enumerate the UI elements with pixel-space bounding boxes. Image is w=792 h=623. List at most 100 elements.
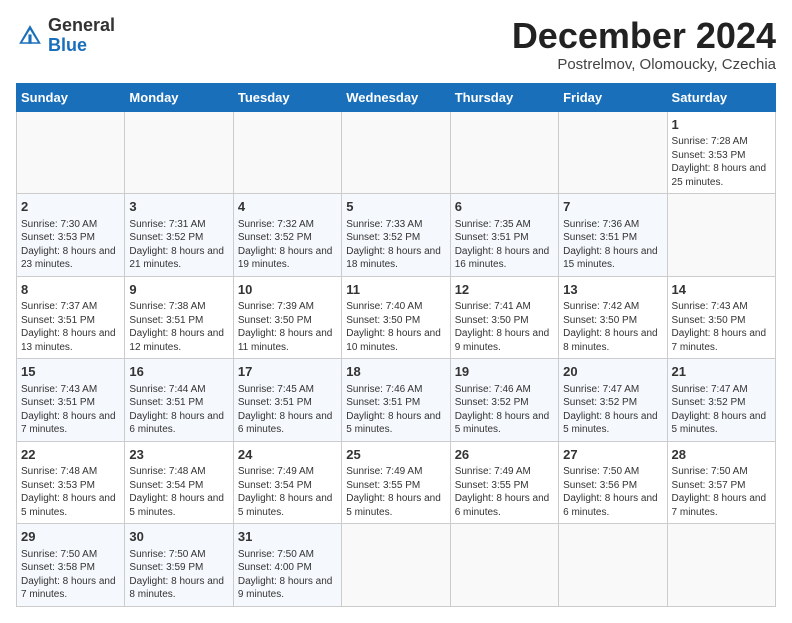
weekday-header-row: SundayMondayTuesdayWednesdayThursdayFrid… xyxy=(17,83,776,111)
day-info: Sunrise: 7:50 AMSunset: 4:00 PMDaylight:… xyxy=(238,548,337,602)
calendar-cell xyxy=(342,111,450,194)
calendar-cell: 16Sunrise: 7:44 AMSunset: 3:51 PMDayligh… xyxy=(125,359,233,442)
day-info: Sunrise: 7:36 AMSunset: 3:51 PMDaylight:… xyxy=(563,218,662,272)
day-info: Sunrise: 7:49 AMSunset: 3:54 PMDaylight:… xyxy=(238,465,337,519)
day-number: 14 xyxy=(672,281,771,299)
calendar-cell: 14Sunrise: 7:43 AMSunset: 3:50 PMDayligh… xyxy=(667,276,775,359)
week-row-5: 29 Sunrise: 7:50 AMSunset: 3:58 PMDayligh… xyxy=(17,524,776,607)
calendar-cell: 10Sunrise: 7:39 AMSunset: 3:50 PMDayligh… xyxy=(233,276,341,359)
day-info: Sunrise: 7:50 AMSunset: 3:56 PMDaylight:… xyxy=(563,465,662,519)
weekday-saturday: Saturday xyxy=(667,83,775,111)
calendar-cell: 27Sunrise: 7:50 AMSunset: 3:56 PMDayligh… xyxy=(559,441,667,524)
day-number: 1 xyxy=(672,116,771,134)
day-info: Sunrise: 7:43 AMSunset: 3:50 PMDaylight:… xyxy=(672,300,771,354)
day-number: 7 xyxy=(563,198,662,216)
calendar-cell: 28Sunrise: 7:50 AMSunset: 3:57 PMDayligh… xyxy=(667,441,775,524)
day-number: 19 xyxy=(455,363,554,381)
day-info: Sunrise: 7:32 AMSunset: 3:52 PMDaylight:… xyxy=(238,218,337,272)
day-info: Sunrise: 7:39 AMSunset: 3:50 PMDaylight:… xyxy=(238,300,337,354)
calendar-cell: 31 Sunrise: 7:50 AMSunset: 4:00 PMDayligh… xyxy=(233,524,341,607)
calendar-cell: 1Sunrise: 7:28 AMSunset: 3:53 PMDaylight… xyxy=(667,111,775,194)
day-number: 31 xyxy=(238,528,337,546)
day-number: 3 xyxy=(129,198,228,216)
day-info: Sunrise: 7:46 AMSunset: 3:52 PMDaylight:… xyxy=(455,383,554,437)
day-info: Sunrise: 7:50 AMSunset: 3:58 PMDaylight:… xyxy=(21,548,120,602)
day-info: Sunrise: 7:30 AMSunset: 3:53 PMDaylight:… xyxy=(21,218,120,272)
day-number: 23 xyxy=(129,446,228,464)
calendar-cell: 4Sunrise: 7:32 AMSunset: 3:52 PMDaylight… xyxy=(233,194,341,277)
calendar-cell xyxy=(125,111,233,194)
day-number: 13 xyxy=(563,281,662,299)
weekday-tuesday: Tuesday xyxy=(233,83,341,111)
day-info: Sunrise: 7:33 AMSunset: 3:52 PMDaylight:… xyxy=(346,218,445,272)
calendar-cell: 25Sunrise: 7:49 AMSunset: 3:55 PMDayligh… xyxy=(342,441,450,524)
week-row-0: 1Sunrise: 7:28 AMSunset: 3:53 PMDaylight… xyxy=(17,111,776,194)
day-info: Sunrise: 7:28 AMSunset: 3:53 PMDaylight:… xyxy=(672,135,771,189)
calendar-cell: 21Sunrise: 7:47 AMSunset: 3:52 PMDayligh… xyxy=(667,359,775,442)
weekday-friday: Friday xyxy=(559,83,667,111)
week-row-2: 8Sunrise: 7:37 AMSunset: 3:51 PMDaylight… xyxy=(17,276,776,359)
day-number: 12 xyxy=(455,281,554,299)
day-info: Sunrise: 7:38 AMSunset: 3:51 PMDaylight:… xyxy=(129,300,228,354)
day-number: 22 xyxy=(21,446,120,464)
calendar-body: 1Sunrise: 7:28 AMSunset: 3:53 PMDaylight… xyxy=(17,111,776,606)
calendar-cell xyxy=(559,524,667,607)
day-info: Sunrise: 7:37 AMSunset: 3:51 PMDaylight:… xyxy=(21,300,120,354)
calendar-cell: 9Sunrise: 7:38 AMSunset: 3:51 PMDaylight… xyxy=(125,276,233,359)
day-number: 10 xyxy=(238,281,337,299)
logo-icon xyxy=(16,22,44,50)
day-number: 8 xyxy=(21,281,120,299)
calendar-cell: 20Sunrise: 7:47 AMSunset: 3:52 PMDayligh… xyxy=(559,359,667,442)
day-number: 9 xyxy=(129,281,228,299)
calendar-cell: 3 Sunrise: 7:31 AMSunset: 3:52 PMDaylight… xyxy=(125,194,233,277)
day-number: 5 xyxy=(346,198,445,216)
day-number: 26 xyxy=(455,446,554,464)
calendar-cell: 11Sunrise: 7:40 AMSunset: 3:50 PMDayligh… xyxy=(342,276,450,359)
day-number: 28 xyxy=(672,446,771,464)
page-header: General Blue December 2024 Postrelmov, O… xyxy=(16,16,776,73)
calendar-cell: 13Sunrise: 7:42 AMSunset: 3:50 PMDayligh… xyxy=(559,276,667,359)
calendar-cell: 12Sunrise: 7:41 AMSunset: 3:50 PMDayligh… xyxy=(450,276,558,359)
calendar-cell: 18Sunrise: 7:46 AMSunset: 3:51 PMDayligh… xyxy=(342,359,450,442)
day-number: 15 xyxy=(21,363,120,381)
day-number: 20 xyxy=(563,363,662,381)
calendar-cell: 8Sunrise: 7:37 AMSunset: 3:51 PMDaylight… xyxy=(17,276,125,359)
day-info: Sunrise: 7:43 AMSunset: 3:51 PMDaylight:… xyxy=(21,383,120,437)
day-info: Sunrise: 7:35 AMSunset: 3:51 PMDaylight:… xyxy=(455,218,554,272)
calendar-cell xyxy=(667,194,775,277)
calendar-cell xyxy=(450,524,558,607)
day-number: 6 xyxy=(455,198,554,216)
weekday-wednesday: Wednesday xyxy=(342,83,450,111)
day-number: 21 xyxy=(672,363,771,381)
day-info: Sunrise: 7:40 AMSunset: 3:50 PMDaylight:… xyxy=(346,300,445,354)
day-info: Sunrise: 7:50 AMSunset: 3:59 PMDaylight:… xyxy=(129,548,228,602)
calendar-cell: 17 Sunrise: 7:45 AMSunset: 3:51 PMDayligh… xyxy=(233,359,341,442)
week-row-3: 15 Sunrise: 7:43 AMSunset: 3:51 PMDayligh… xyxy=(17,359,776,442)
day-number: 29 xyxy=(21,528,120,546)
day-number: 27 xyxy=(563,446,662,464)
day-info: Sunrise: 7:45 AMSunset: 3:51 PMDaylight:… xyxy=(238,383,337,437)
calendar-cell: 15 Sunrise: 7:43 AMSunset: 3:51 PMDayligh… xyxy=(17,359,125,442)
calendar-cell xyxy=(559,111,667,194)
calendar-cell xyxy=(667,524,775,607)
logo-text: General Blue xyxy=(48,16,115,56)
day-info: Sunrise: 7:31 AMSunset: 3:52 PMDaylight:… xyxy=(129,218,228,272)
calendar-cell xyxy=(17,111,125,194)
day-number: 17 xyxy=(238,363,337,381)
calendar-cell xyxy=(342,524,450,607)
calendar-cell: 2Sunrise: 7:30 AMSunset: 3:53 PMDaylight… xyxy=(17,194,125,277)
calendar-cell: 5 Sunrise: 7:33 AMSunset: 3:52 PMDaylight… xyxy=(342,194,450,277)
title-block: December 2024 Postrelmov, Olomoucky, Cze… xyxy=(512,16,776,73)
day-info: Sunrise: 7:48 AMSunset: 3:54 PMDaylight:… xyxy=(129,465,228,519)
day-info: Sunrise: 7:42 AMSunset: 3:50 PMDaylight:… xyxy=(563,300,662,354)
calendar-cell: 7 Sunrise: 7:36 AMSunset: 3:51 PMDaylight… xyxy=(559,194,667,277)
day-info: Sunrise: 7:50 AMSunset: 3:57 PMDaylight:… xyxy=(672,465,771,519)
calendar-table: SundayMondayTuesdayWednesdayThursdayFrid… xyxy=(16,83,776,607)
day-info: Sunrise: 7:48 AMSunset: 3:53 PMDaylight:… xyxy=(21,465,120,519)
calendar-cell: 29 Sunrise: 7:50 AMSunset: 3:58 PMDayligh… xyxy=(17,524,125,607)
calendar-cell: 24Sunrise: 7:49 AMSunset: 3:54 PMDayligh… xyxy=(233,441,341,524)
logo-general: General xyxy=(48,15,115,35)
weekday-sunday: Sunday xyxy=(17,83,125,111)
day-number: 30 xyxy=(129,528,228,546)
logo: General Blue xyxy=(16,16,115,56)
